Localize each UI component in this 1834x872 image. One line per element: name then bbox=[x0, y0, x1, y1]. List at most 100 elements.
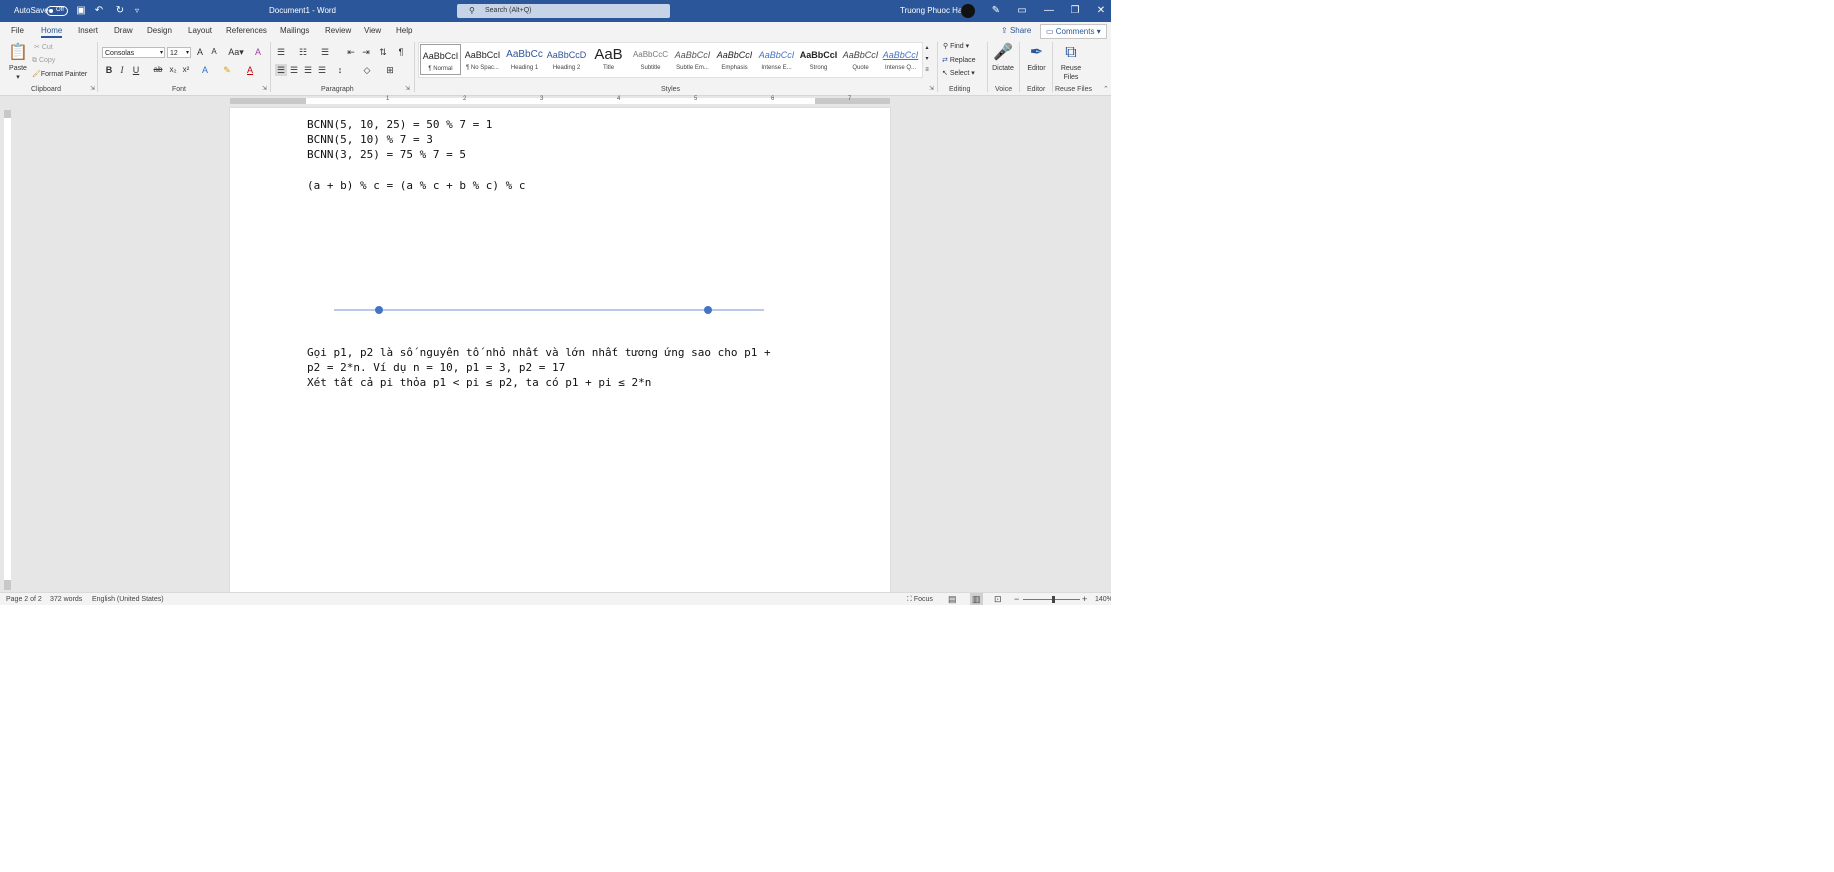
style-intense-emphasis[interactable]: AaBbCcI Intense E... bbox=[756, 44, 797, 75]
style-normal[interactable]: AaBbCcI ¶ Normal bbox=[420, 44, 461, 75]
focus-button[interactable]: ⛶ Focus bbox=[907, 593, 933, 605]
autosave-toggle[interactable]: Off bbox=[46, 6, 68, 16]
tab-insert[interactable]: Insert bbox=[78, 22, 98, 39]
text-line[interactable]: p2 = 2*n. Ví dụ n = 10, p1 = 3, p2 = 17 bbox=[307, 360, 565, 375]
minimize-icon[interactable]: — bbox=[1036, 0, 1062, 22]
font-family-select[interactable]: Consolas ▾ bbox=[102, 47, 165, 58]
tab-help[interactable]: Help bbox=[396, 22, 412, 39]
highlight-icon[interactable]: ✎ bbox=[221, 64, 233, 76]
read-mode-icon[interactable]: ▤ bbox=[948, 593, 957, 605]
reuse-files-button[interactable]: ⧉ Reuse Files bbox=[1056, 42, 1086, 82]
print-layout-icon[interactable]: ▥ bbox=[970, 593, 983, 605]
tab-home[interactable]: Home bbox=[41, 22, 63, 39]
borders-icon[interactable]: ⊞ bbox=[384, 64, 396, 76]
decrease-indent-icon[interactable]: ⇤ bbox=[345, 46, 357, 58]
user-name[interactable]: Truong Phuoc Hai bbox=[900, 0, 964, 22]
font-launcher-icon[interactable]: ⇲ bbox=[262, 86, 269, 93]
clipboard-launcher-icon[interactable]: ⇲ bbox=[90, 86, 97, 93]
tab-file[interactable]: File bbox=[11, 22, 24, 39]
text-line[interactable]: Xét tất cả pi thỏa p1 < pi ≤ p2, ta có p… bbox=[307, 375, 651, 390]
strikethrough-button[interactable]: ab bbox=[152, 64, 164, 76]
copy-button[interactable]: ⧉ Copy bbox=[32, 56, 55, 66]
align-left-icon[interactable]: ☰ bbox=[275, 64, 287, 76]
restore-icon[interactable]: ❐ bbox=[1062, 0, 1088, 22]
align-center-icon[interactable]: ☰ bbox=[288, 64, 300, 76]
text-line[interactable]: BCNN(3, 25) = 75 % 7 = 5 bbox=[307, 147, 466, 162]
style-no-spacing[interactable]: AaBbCcI ¶ No Spac... bbox=[462, 44, 503, 75]
style-title[interactable]: AaB Title bbox=[588, 44, 629, 75]
text-line[interactable]: Gọi p1, p2 là số nguyên tố nhỏ nhất và l… bbox=[307, 345, 771, 360]
paragraph-launcher-icon[interactable]: ⇲ bbox=[405, 86, 412, 93]
change-case-icon[interactable]: Aa▾ bbox=[227, 46, 245, 58]
style-intense-quote[interactable]: AaBbCcI Intense Q... bbox=[882, 44, 919, 75]
pen-icon[interactable]: ✎ bbox=[990, 5, 1002, 17]
search-box[interactable]: ⚲ Search (Alt+Q) bbox=[457, 4, 670, 18]
multilevel-list-icon[interactable]: ☰ bbox=[319, 46, 331, 58]
editor-button[interactable]: ✒ Editor bbox=[1024, 42, 1049, 73]
style-heading-2[interactable]: AaBbCcD Heading 2 bbox=[546, 44, 587, 75]
comments-button[interactable]: ▭ Comments ▾ bbox=[1040, 24, 1107, 39]
undo-icon[interactable]: ↶ bbox=[93, 5, 105, 17]
text-effects-icon[interactable]: A bbox=[199, 64, 211, 76]
connector-start-handle[interactable] bbox=[375, 306, 383, 314]
text-line[interactable]: (a + b) % c = (a % c + b % c) % c bbox=[307, 178, 526, 193]
increase-indent-icon[interactable]: ⇥ bbox=[360, 46, 372, 58]
connector-end-handle[interactable] bbox=[704, 306, 712, 314]
vertical-ruler[interactable] bbox=[4, 110, 11, 590]
ribbon-display-icon[interactable]: ▭ bbox=[1016, 5, 1028, 17]
find-button[interactable]: ⚲ Find ▾ bbox=[943, 42, 969, 52]
zoom-slider-thumb[interactable] bbox=[1052, 596, 1055, 603]
zoom-in-icon[interactable]: + bbox=[1082, 593, 1087, 605]
format-painter-button[interactable]: 🖌Format Painter bbox=[32, 70, 87, 80]
font-size-select[interactable]: 12 ▾ bbox=[167, 47, 191, 58]
avatar[interactable] bbox=[961, 4, 975, 18]
cut-button[interactable]: ✂ Cut bbox=[34, 43, 53, 53]
tab-design[interactable]: Design bbox=[147, 22, 172, 39]
dictate-button[interactable]: 🎤 Dictate bbox=[990, 42, 1016, 73]
justify-icon[interactable]: ☰ bbox=[316, 64, 328, 76]
style-heading-1[interactable]: AaBbCc Heading 1 bbox=[504, 44, 545, 75]
italic-button[interactable]: I bbox=[116, 64, 128, 76]
share-button[interactable]: ⇪ Share bbox=[1001, 24, 1031, 37]
zoom-level[interactable]: 140% bbox=[1095, 593, 1111, 605]
tab-review[interactable]: Review bbox=[325, 22, 351, 39]
font-color-icon[interactable]: A bbox=[244, 64, 256, 76]
tab-mailings[interactable]: Mailings bbox=[280, 22, 309, 39]
clear-formatting-icon[interactable]: A bbox=[252, 46, 264, 58]
grow-font-icon[interactable]: A bbox=[194, 46, 206, 58]
sort-icon[interactable]: ⇅ bbox=[377, 46, 389, 58]
bullets-icon[interactable]: ☰ bbox=[275, 46, 287, 58]
underline-button[interactable]: U bbox=[130, 64, 142, 76]
tab-view[interactable]: View bbox=[364, 22, 381, 39]
line-shape[interactable] bbox=[334, 305, 764, 315]
collapse-ribbon-icon[interactable]: ⌃ bbox=[1103, 86, 1110, 93]
language-status[interactable]: English (United States) bbox=[92, 593, 164, 605]
paste-button[interactable]: 📋 Paste ▾ bbox=[6, 42, 30, 82]
page-count[interactable]: Page 2 of 2 bbox=[6, 593, 42, 605]
styles-more-icon[interactable]: ≡ bbox=[921, 64, 933, 76]
subscript-button[interactable]: x₂ bbox=[167, 64, 179, 76]
styles-launcher-icon[interactable]: ⇲ bbox=[929, 86, 936, 93]
text-line[interactable]: BCNN(5, 10) % 7 = 3 bbox=[307, 132, 433, 147]
text-line[interactable]: BCNN(5, 10, 25) = 50 % 7 = 1 bbox=[307, 117, 492, 132]
tab-references[interactable]: References bbox=[226, 22, 267, 39]
close-icon[interactable]: ✕ bbox=[1088, 0, 1111, 22]
zoom-out-icon[interactable]: − bbox=[1014, 593, 1019, 605]
word-count[interactable]: 372 words bbox=[50, 593, 82, 605]
save-icon[interactable]: ▣ bbox=[75, 5, 87, 17]
bold-button[interactable]: B bbox=[103, 64, 115, 76]
numbering-icon[interactable]: ☷ bbox=[297, 46, 309, 58]
style-strong[interactable]: AaBbCcI Strong bbox=[798, 44, 839, 75]
line-spacing-icon[interactable]: ↕ bbox=[334, 64, 346, 76]
document-page[interactable]: BCNN(5, 10, 25) = 50 % 7 = 1 BCNN(5, 10)… bbox=[230, 108, 890, 598]
align-right-icon[interactable]: ☰ bbox=[302, 64, 314, 76]
style-subtitle[interactable]: AaBbCcC Subtitle bbox=[630, 44, 671, 75]
style-quote[interactable]: AaBbCcI Quote bbox=[840, 44, 881, 75]
shading-icon[interactable]: ◇ bbox=[361, 64, 373, 76]
replace-button[interactable]: ⇄ Replace bbox=[942, 56, 976, 66]
superscript-button[interactable]: x² bbox=[180, 64, 192, 76]
style-emphasis[interactable]: AaBbCcI Emphasis bbox=[714, 44, 755, 75]
web-layout-icon[interactable]: ⊡ bbox=[994, 593, 1002, 605]
select-button[interactable]: ↖ Select ▾ bbox=[942, 69, 975, 79]
redo-icon[interactable]: ↻ bbox=[114, 5, 126, 17]
